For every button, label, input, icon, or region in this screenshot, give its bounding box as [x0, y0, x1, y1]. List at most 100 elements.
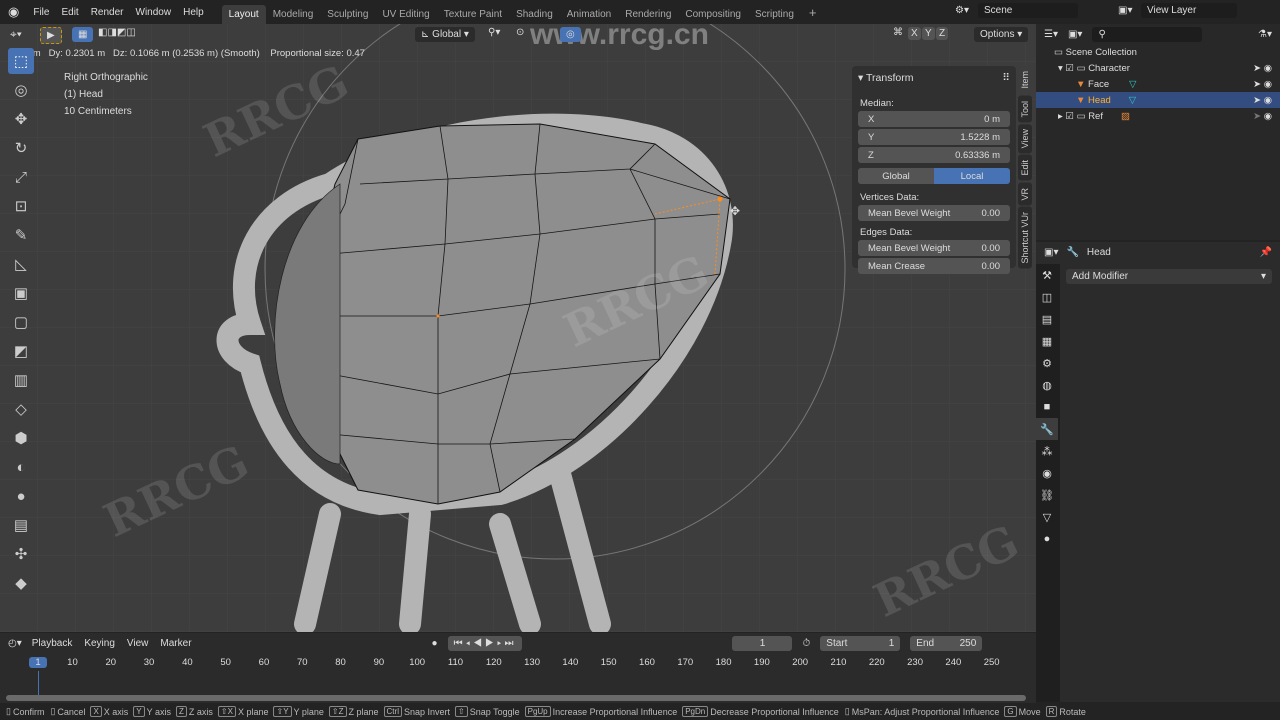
inset-icon[interactable]: ▢ [8, 309, 34, 335]
playhead[interactable] [38, 671, 39, 695]
tab-texture-paint[interactable]: Texture Paint [437, 5, 509, 24]
snap-icon[interactable]: ⊙ [516, 27, 524, 38]
axis-y-toggle[interactable]: Y [922, 27, 935, 40]
editor-type-icon[interactable]: ▣▾ [1044, 247, 1058, 258]
loop-cut-icon[interactable]: ▥ [8, 367, 34, 393]
menu-render[interactable]: Render [85, 7, 130, 18]
object-name-field[interactable]: Head [1087, 247, 1111, 258]
menu-file[interactable]: File [27, 7, 55, 18]
outliner-item-character[interactable]: ▾ ☑ ▭ Character ➤ ◉ [1036, 60, 1280, 76]
view-layer-field[interactable]: View Layer [1141, 3, 1237, 18]
menu-edit[interactable]: Edit [55, 7, 84, 18]
proportional-edit-icon[interactable]: ◎ [560, 27, 581, 42]
tab-layout[interactable]: Layout [221, 5, 266, 24]
timeline-menu-view[interactable]: View [127, 638, 149, 649]
median-y-field[interactable]: Y 1.5228 m [858, 129, 1010, 145]
tab-compositing[interactable]: Compositing [678, 5, 748, 24]
sidebar-tab-edit[interactable]: Edit [1018, 155, 1032, 181]
sidebar-tab-item[interactable]: Item [1018, 66, 1032, 94]
knife-icon[interactable]: ◇ [8, 396, 34, 422]
move-icon[interactable]: ✥ [8, 106, 34, 132]
physics-icon[interactable]: ◉ [1036, 462, 1058, 484]
scene-field[interactable]: Scene [978, 3, 1078, 18]
axis-z-toggle[interactable]: Z [936, 27, 949, 40]
global-toggle[interactable]: Global [858, 168, 934, 184]
data-icon[interactable]: ▽ [1036, 506, 1058, 528]
transform-header[interactable]: ▾ Transform [858, 72, 913, 84]
select-mode-icon[interactable]: ▶ [40, 27, 62, 44]
select-new-icon[interactable]: ▦ [72, 27, 94, 42]
stopwatch-icon[interactable]: ⏱ [802, 638, 810, 649]
scale-icon[interactable]: ⤢ [8, 164, 34, 190]
editor-type-icon[interactable]: ◴▾ [8, 638, 22, 649]
orientation-dropdown[interactable]: ⊾ Global ▾ [415, 27, 475, 42]
playback-controls[interactable]: ⏮◂◀▶▸⏭ [447, 635, 523, 651]
tab-shading[interactable]: Shading [509, 5, 560, 24]
view-layer-icon[interactable]: ▦ [1036, 330, 1058, 352]
poly-build-icon[interactable]: ⬢ [8, 425, 34, 451]
transform-icon[interactable]: ⊡ [8, 193, 34, 219]
display-mode-icon[interactable]: ☰▾ [1044, 29, 1058, 40]
view-layer-filter-icon[interactable]: ▣▾ [1068, 29, 1082, 40]
annotate-icon[interactable]: ✎ [8, 222, 34, 248]
object-icon[interactable]: ■ [1036, 396, 1058, 418]
outliner-item-ref[interactable]: ▸ ☑ ▭ Ref ▨ ➤ ◉ [1036, 108, 1280, 124]
mean-crease-field[interactable]: Mean Crease 0.00 [858, 258, 1010, 274]
measure-icon[interactable]: ◺ [8, 251, 34, 277]
options-dropdown[interactable]: Options ▾ [974, 27, 1029, 42]
tool-icon[interactable]: ⚒ [1036, 264, 1058, 286]
sidebar-tab-shortcut-vur[interactable]: Shortcut VUr [1018, 207, 1032, 269]
median-x-field[interactable]: X 0 m [858, 111, 1010, 127]
drag-handle-icon[interactable]: ⠿ [1002, 72, 1010, 84]
select-extend-icon[interactable]: ◧◨◩◫ [98, 27, 136, 38]
select-box-icon[interactable]: ⬚ [8, 48, 34, 74]
shear-icon[interactable]: ✣ [8, 541, 34, 567]
menu-help[interactable]: Help [177, 7, 210, 18]
median-z-field[interactable]: Z 0.63336 m [858, 147, 1010, 163]
end-frame-field[interactable]: End 250 [910, 635, 983, 651]
tab-animation[interactable]: Animation [560, 5, 618, 24]
edge-bevel-weight-field[interactable]: Mean Bevel Weight 0.00 [858, 240, 1010, 256]
modifier-icon[interactable]: 🔧 [1036, 418, 1058, 440]
material-icon[interactable]: ● [1036, 528, 1058, 550]
constraints-icon[interactable]: ⛓ [1036, 484, 1058, 506]
shrink-icon[interactable]: ▤ [8, 512, 34, 538]
output-icon[interactable]: ▤ [1036, 308, 1058, 330]
vertex-bevel-weight-field[interactable]: Mean Bevel Weight 0.00 [858, 205, 1010, 221]
scene-icon[interactable]: ⚙ [1036, 352, 1058, 374]
rip-icon[interactable]: ◆ [8, 570, 34, 596]
start-frame-field[interactable]: Start 1 [820, 635, 901, 651]
axis-x-toggle[interactable]: X [908, 27, 921, 40]
world-icon[interactable]: ◍ [1036, 374, 1058, 396]
tab-sculpting[interactable]: Sculpting [320, 5, 375, 24]
current-frame-field[interactable]: 1 [732, 635, 793, 651]
render-icon[interactable]: ◫ [1036, 286, 1058, 308]
add-modifier-dropdown[interactable]: Add Modifier ▾ [1066, 269, 1272, 284]
timeline-menu-playback[interactable]: Playback [32, 638, 73, 649]
smooth-icon[interactable]: ● [8, 483, 34, 509]
cursor-tool-icon[interactable]: ◎ [8, 77, 34, 103]
outliner-item-face[interactable]: ▼ Face ▽ ➤ ◉ [1036, 76, 1280, 92]
scene-collection[interactable]: ▭ Scene Collection [1036, 44, 1280, 60]
outliner-item-head[interactable]: ▼ Head ▽ ➤ ◉ [1036, 92, 1280, 108]
bevel-icon[interactable]: ◩ [8, 338, 34, 364]
editor-type-icon[interactable]: ⌖▾ [10, 27, 22, 42]
frame-ruler[interactable]: 1 10 20 30 40 50 60 70 80 90 100 110 120 130 140 150 160… [0, 655, 1036, 671]
timeline-menu-marker[interactable]: Marker [160, 638, 191, 649]
scene-icon[interactable]: ⚙▾ [955, 5, 969, 16]
tab-rendering[interactable]: Rendering [618, 5, 678, 24]
pivot-icon[interactable]: ⚲▾ [488, 27, 500, 38]
view-layer-icon[interactable]: ▣▾ [1118, 5, 1132, 16]
local-toggle[interactable]: Local [934, 168, 1010, 184]
sidebar-tab-tool[interactable]: Tool [1018, 95, 1032, 123]
tab-modeling[interactable]: Modeling [266, 5, 321, 24]
timeline-menu-keying[interactable]: Keying [84, 638, 115, 649]
tab-scripting[interactable]: Scripting [748, 5, 801, 24]
filter-icon[interactable]: ⚗▾ [1258, 29, 1272, 40]
rotate-icon[interactable]: ↻ [8, 135, 34, 161]
mirror-icon[interactable]: ⌘ [893, 27, 903, 38]
blender-logo-icon[interactable]: ◉ [0, 4, 27, 20]
extrude-icon[interactable]: ▣ [8, 280, 34, 306]
sidebar-tab-view[interactable]: View [1018, 124, 1032, 154]
spin-icon[interactable]: ◐ [8, 454, 34, 480]
